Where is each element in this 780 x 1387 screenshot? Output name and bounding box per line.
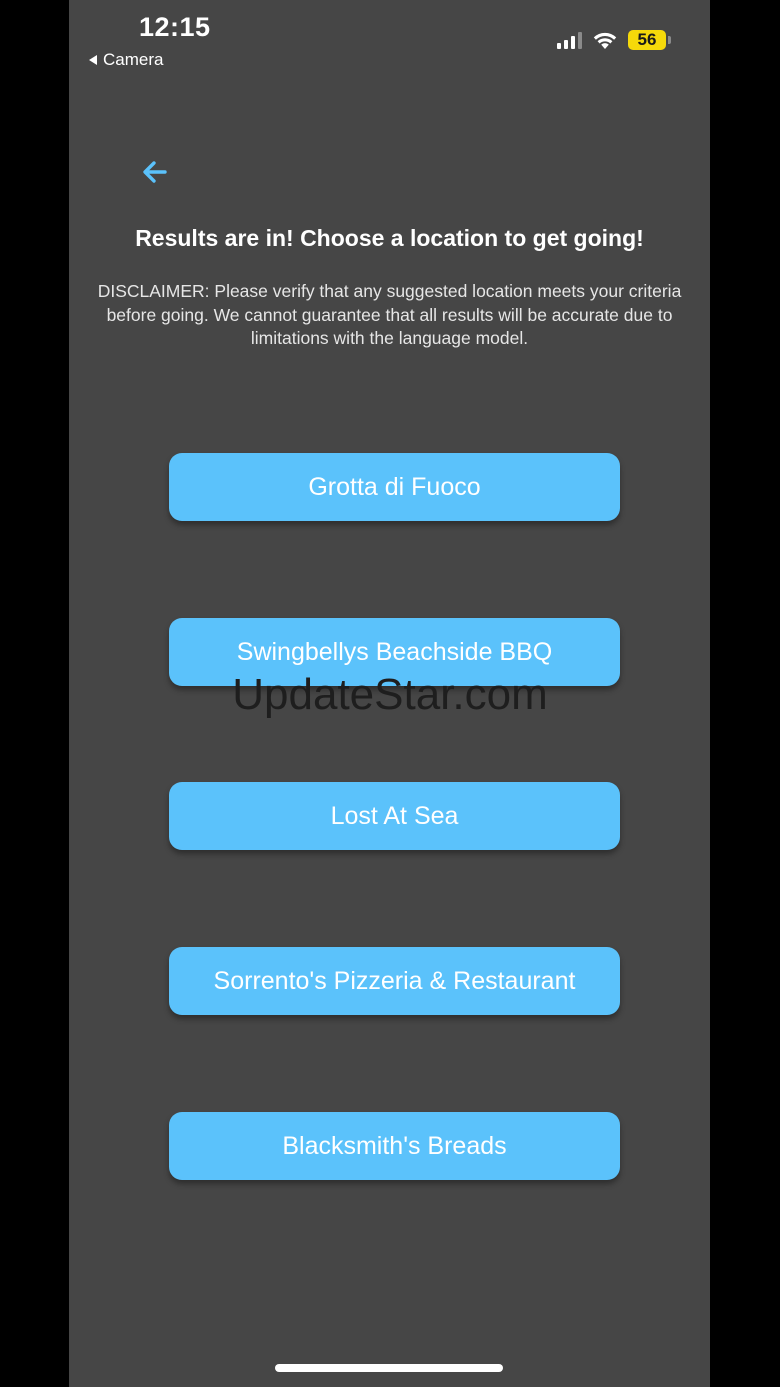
location-button-grotta-di-fuoco[interactable]: Grotta di Fuoco <box>169 453 620 521</box>
status-time: 12:15 <box>139 12 211 42</box>
back-arrow-icon[interactable] <box>135 152 175 192</box>
home-indicator[interactable] <box>275 1364 503 1372</box>
app-screen: 12:15 Camera 56 Results are in! Choose a… <box>69 0 710 1387</box>
page-title: Results are in! Choose a location to get… <box>135 225 644 251</box>
location-button-blacksmiths-breads[interactable]: Blacksmith's Breads <box>169 1112 620 1180</box>
cellular-signal-icon <box>557 31 582 49</box>
status-icons: 56 <box>557 30 671 50</box>
back-app-label: Camera <box>103 50 164 69</box>
disclaimer-text: DISCLAIMER: Please verify that any sugge… <box>97 281 682 348</box>
battery-level: 56 <box>637 30 657 49</box>
back-to-camera-link[interactable]: Camera <box>89 50 163 70</box>
location-button-sorrentos[interactable]: Sorrento's Pizzeria & Restaurant <box>169 947 620 1015</box>
status-bar: 12:15 Camera 56 <box>69 0 710 80</box>
location-button-swingbellys[interactable]: Swingbellys Beachside BBQ <box>169 618 620 686</box>
back-triangle-icon <box>89 55 97 65</box>
battery-icon: 56 <box>628 30 671 50</box>
location-button-lost-at-sea[interactable]: Lost At Sea <box>169 782 620 850</box>
wifi-icon <box>593 32 617 49</box>
